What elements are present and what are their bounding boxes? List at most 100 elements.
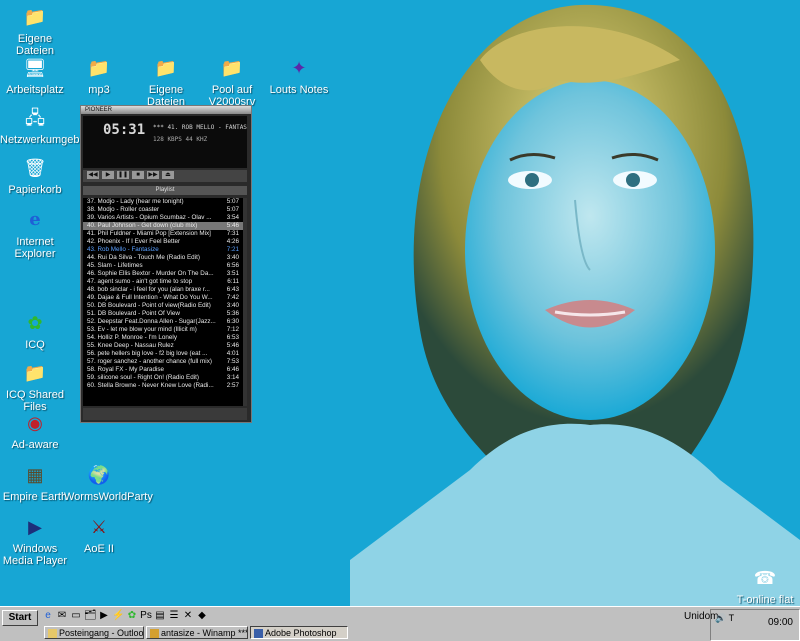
eject-icon[interactable]: ⏏ (162, 171, 174, 179)
playlist-row[interactable]: 47. agent sumo - ain't got time to stop 6… (83, 278, 243, 286)
playlist-row[interactable]: 53. Ev - let me blow your mind (Illicit … (83, 326, 243, 334)
desktop-icon-papierkorb[interactable]: 🗑 Papierkorb (0, 155, 70, 196)
ie-icon[interactable]: e (42, 610, 54, 622)
speaker-icon[interactable]: 🔊 (715, 613, 726, 623)
playlist-row[interactable]: 40. Paul Johnson - Get down (club mix) 5:… (83, 222, 243, 230)
track-title: 42. Phoenix - If I Ever Feel Better (87, 238, 181, 245)
wallpaper-portrait (350, 0, 800, 606)
playlist-scrollbar[interactable] (243, 198, 247, 406)
playlist[interactable]: 37. Modjo - Lady (hear me tonight) 5:07 38… (83, 198, 243, 406)
ie-icon: e (29, 209, 41, 230)
winamp-controls: ◀◀ ▶ ❚❚ ■ ▶▶ ⏏ (83, 170, 247, 182)
playlist-row[interactable]: 46. Sophie Ellis Bextor - Murder On The … (83, 270, 243, 278)
playlist-row[interactable]: 52. Deepstar Feat.Donna Allen - Sugar(Ja… (83, 318, 243, 326)
desktop-icon-pool-auf-v2000srv[interactable]: 📁 Pool auf V2000srv (197, 55, 267, 108)
clock[interactable]: 09:00 (768, 617, 793, 628)
desktop-icon-eigene-dateien-2[interactable]: 📁 Eigene Dateien (131, 55, 201, 108)
track-duration: 4:01 (226, 350, 239, 357)
desktop-icon-eigene-dateien[interactable]: 📁 Eigene Dateien (0, 4, 70, 57)
task-winamp-label: antasize - Winamp *** 43... (161, 628, 248, 638)
desktop-icon-ad-aware[interactable]: ◉ Ad-aware (0, 410, 70, 451)
outlook-icon (48, 629, 57, 638)
task-photoshop-label: Adobe Photoshop (265, 628, 337, 638)
photoshop-icon[interactable]: Ps (140, 610, 152, 622)
tray-icons: 🔊 T (715, 612, 755, 624)
desktop-icon-internet-explorer[interactable]: e Internet Explorer (0, 207, 70, 260)
network-tray-icon[interactable]: T (729, 613, 735, 623)
desktop-icon-arbeitsplatz[interactable]: 🖥 Arbeitsplatz (0, 55, 70, 96)
next-icon[interactable]: ▶▶ (147, 171, 159, 179)
playlist-row[interactable]: 59. silicone soul - Right On! (Radio Edi… (83, 374, 243, 382)
stop-icon[interactable]: ■ (132, 171, 144, 179)
previous-icon[interactable]: ◀◀ (87, 171, 99, 179)
playlist-row[interactable]: 45. Slam - Lifetimes 6:56 (83, 262, 243, 270)
pause-icon[interactable]: ❚❚ (117, 171, 129, 179)
playlist-row[interactable]: 42. Phoenix - If I Ever Feel Better 4:26 (83, 238, 243, 246)
desktop-icon-icq-shared-files[interactable]: 📁 ICQ Shared Files (0, 360, 70, 413)
calculator-icon[interactable]: ▤ (154, 610, 166, 622)
winamp-window[interactable]: PIONEER 05:31 *** 41. ROB MELLO - FANTAS… (80, 105, 252, 423)
track-duration: 5:07 (226, 206, 239, 213)
play-icon[interactable]: ▶ (102, 171, 114, 179)
playlist-row[interactable]: 49. Dajae & Full Intention - What Do You… (83, 294, 243, 302)
track-duration: 6:56 (226, 262, 239, 269)
desktop-icon-louts-notes[interactable]: ✦ Louts Notes (264, 55, 334, 96)
playlist-row[interactable]: 38. Modjo - Roller coaster 5:07 (83, 206, 243, 214)
media-player-icon[interactable]: ▶ (98, 610, 110, 622)
desktop-icon-wormsworldparty[interactable]: 🌍 WormsWorldParty (64, 462, 153, 503)
track-title: 55. Knee Deep - Nassau Rulez (87, 342, 174, 349)
track-title: 49. Dajae & Full Intention - What Do You… (87, 294, 213, 301)
playlist-row[interactable]: 44. Rui Da Silva - Touch Me (Radio Edit)… (83, 254, 243, 262)
winamp-icon[interactable]: ⚡ (112, 610, 124, 622)
dialup-icon: ☎ (753, 568, 777, 588)
playlist-row[interactable]: 41. Phil Fuldner - Miami Pop [Extension … (83, 230, 243, 238)
winamp-main-display: 05:31 *** 41. ROB MELLO - FANTAS 128 KBP… (83, 116, 247, 168)
track-title: 45. Slam - Lifetimes (87, 262, 143, 269)
track-title: 46. Sophie Ellis Bextor - Murder On The … (87, 270, 214, 277)
track-duration: 5:36 (226, 310, 239, 317)
playlist-row[interactable]: 39. Varios Artists - Opium Scumbaz - Ola… (83, 214, 243, 222)
playlist-row[interactable]: 43. Rob Mello - Fantasize 7:21 (83, 246, 243, 254)
icq-flower-icon[interactable]: ✿ (126, 610, 138, 622)
notepad-icon[interactable]: ☰ (168, 610, 180, 622)
playlist-row[interactable]: 51. DB Boulevard - Point Of View 5:36 (83, 310, 243, 318)
start-button[interactable]: Start (2, 610, 38, 626)
track-title: 59. silicone soul - Right On! (Radio Edi… (87, 374, 199, 381)
desktop-icon-aoe-ii[interactable]: ⚔ AoE II (64, 514, 134, 555)
winamp-bitrate: 128 KBPS 44 KHZ (153, 136, 208, 143)
shared-folder-icon: 📁 (23, 363, 47, 383)
task-outlook[interactable]: Posteingang - Outlook Ex... (44, 626, 144, 639)
desktop-icon-icq[interactable]: ✿ ICQ (0, 310, 70, 351)
playlist-row[interactable]: 56. pete hellers big love - f2 big love … (83, 350, 243, 358)
desktop-icon-empire-earth[interactable]: ▦ Empire Earth (0, 462, 70, 503)
playlist-row[interactable]: 50. DB Boulevard - Point of view(Radio E… (83, 302, 243, 310)
recycle-bin-icon: 🗑 (23, 158, 47, 178)
task-photoshop[interactable]: Adobe Photoshop (250, 626, 348, 639)
desktop-icon-t-online-flat[interactable]: ☎ T-online flat (730, 565, 800, 606)
playlist-row[interactable]: 57. roger sanchez - another chance (full… (83, 358, 243, 366)
playlist-row[interactable]: 58. Royal FX - My Paradise 6:46 (83, 366, 243, 374)
playlist-row[interactable]: 60. Stella Browne - Never Knew Love (Rad… (83, 382, 243, 390)
task-winamp[interactable]: antasize - Winamp *** 43... (146, 626, 248, 639)
folder-icon: 📁 (154, 58, 178, 78)
desktop-icon[interactable]: ▭ (70, 610, 82, 622)
playlist-row[interactable]: 54. Holliz P. Monroe - I'm Lonely 6:53 (83, 334, 243, 342)
desktop-icon-netzwerkumgebung[interactable]: 🖧 Netzwerkumgebung (0, 105, 98, 146)
playlist-row[interactable]: 55. Knee Deep - Nassau Rulez 5:46 (83, 342, 243, 350)
folder-icon: 📁 (87, 58, 111, 78)
desktop-icon-mp3[interactable]: 📁 mp3 (64, 55, 134, 96)
playlist-row[interactable]: 37. Modjo - Lady (hear me tonight) 5:07 (83, 198, 243, 206)
winamp-titlebar[interactable]: PIONEER (81, 106, 251, 114)
ftp-icon[interactable]: ◆ (196, 610, 208, 622)
icq-flower-icon: ✿ (27, 313, 43, 333)
desktop-icon-windows-media-player[interactable]: ▶ Windows Media Player (0, 514, 70, 567)
track-duration: 2:57 (226, 382, 239, 389)
explorer-icon[interactable]: 🗂 (84, 610, 97, 622)
track-duration: 7:42 (226, 294, 239, 301)
playlist-row[interactable]: 48. bob sinclar - i feel for you (alan b… (83, 286, 243, 294)
games-icon[interactable]: ✕ (182, 610, 194, 622)
track-duration: 6:11 (227, 278, 239, 285)
outlook-icon[interactable]: ✉ (56, 610, 68, 622)
track-duration: 4:26 (226, 238, 239, 245)
track-duration: 3:14 (226, 374, 239, 381)
